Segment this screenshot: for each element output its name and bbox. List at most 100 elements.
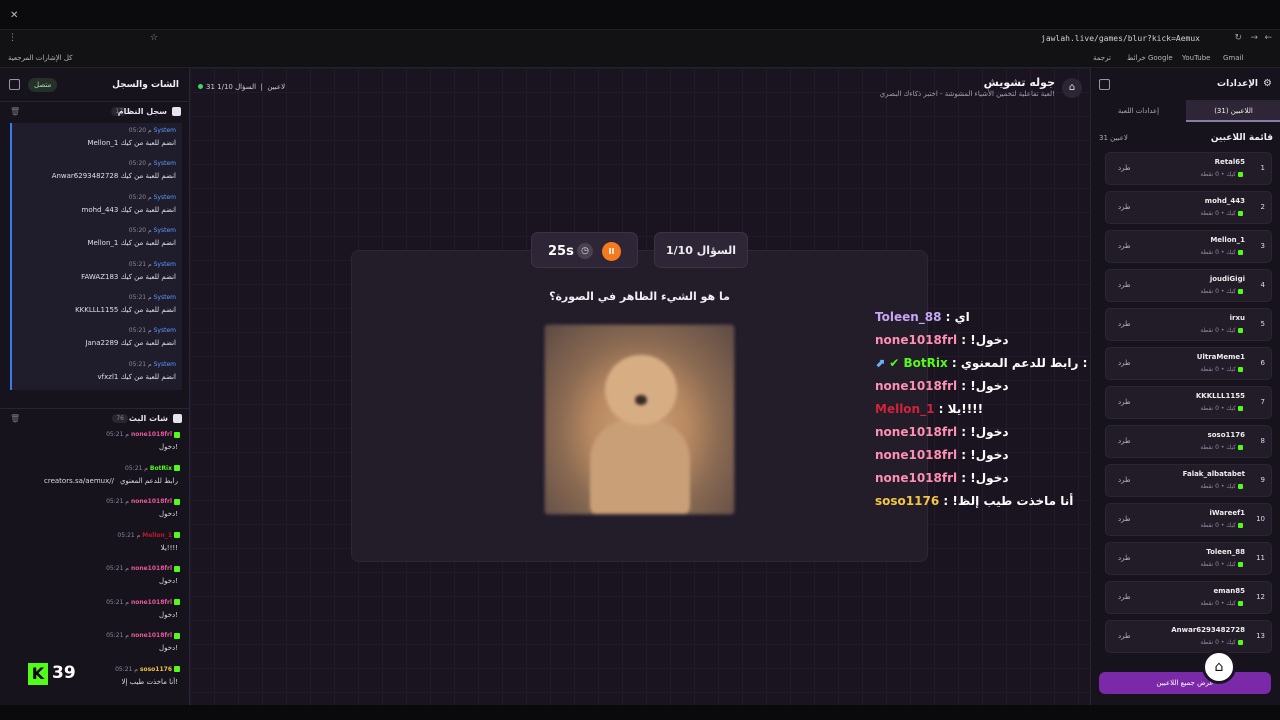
settings-title: الإعدادات [1217,79,1258,89]
bookmark-maps[interactable]: خرائط Google [1127,54,1173,62]
kick-button[interactable]: طرد [1118,359,1131,367]
list-item: 05:21 م System KKKLLL1155 انضم للعبة من ك… [10,289,182,324]
bookmarks-bar: كل الإشارات المرجعية Gmail YouTube خرائط… [0,48,1280,68]
player-list-count: 31 لاعبين [1099,134,1128,142]
player-row: 8 soso1176 كيك • 0 نقطة طرد [1105,425,1272,458]
chat-message: 05:21 م none1018frl دخول! [106,632,180,652]
reload-icon[interactable]: ↻ [1234,33,1242,43]
player-row: 3 Mellon_1 كيك • 0 نقطة طرد [1105,230,1272,263]
bookmark-gmail[interactable]: Gmail [1223,54,1243,62]
game-title: جوله تشويش [983,76,1055,89]
kick-button[interactable]: طرد [1118,554,1131,562]
forward-icon[interactable]: → [1250,33,1258,43]
chat-message: 05:21 م none1018frl دخول! [106,498,180,518]
menu-dots-icon[interactable]: ⋮ [8,33,17,43]
clock-icon: ◷ [577,243,593,259]
timer-value: 25s [548,244,574,259]
bookmark-youtube[interactable]: YouTube [1182,54,1210,62]
back-icon[interactable]: ← [1264,33,1272,43]
log-icon [172,107,181,116]
game-area: 31 لاعبين | السؤال 1/10 جوله تشويش لعبة … [190,68,1266,705]
chat-message: 05:21 م BotRix رابط للدعم المعنوي creators… [44,464,180,485]
support-fab-icon[interactable]: ⌂ [1202,650,1236,684]
chat-log-panel: متصل الشات والسجل 🗑 17 سجل النظام 05:20 … [0,68,190,705]
tab-players[interactable]: اللاعبين (31) [1186,100,1280,122]
blurred-image [544,324,735,515]
list-item: 05:20 م System Mellon_1 انضم للعبة من كيك [10,123,182,157]
list-item: 05:20 م System Mellon_1 انضم للعبة من كيك [10,223,182,257]
bookmark-translate[interactable]: ترجمة [1093,54,1111,62]
taskbar [0,705,1280,720]
bookmark-all[interactable]: كل الإشارات المرجعية [8,54,73,62]
kick-logo-icon: K [28,663,48,685]
kick-button[interactable]: طرد [1118,437,1131,445]
gear-icon: ⚙ [1263,78,1272,89]
kick-button[interactable]: طرد [1118,320,1131,328]
address-bar: ⋮ ☆ jawlah.live/games/blur?kick=Aemux ↻ … [0,30,1280,48]
kick-button[interactable]: طرد [1118,593,1131,601]
live-chat-label: شات البث [128,414,168,423]
panel-title: الشات والسجل [112,80,179,90]
show-all-players-button[interactable]: عرض جميع اللاعبين [1099,672,1271,694]
kick-button[interactable]: طرد [1118,242,1131,250]
kick-button[interactable]: طرد [1118,281,1131,289]
trash-icon[interactable]: 🗑 [10,107,20,116]
app: متصل الشات والسجل 🗑 17 سجل النظام 05:20 … [0,68,1280,705]
question-text: ما هو الشيء الظاهر في الصورة؟ [549,290,730,303]
kick-button[interactable]: طرد [1118,632,1131,640]
live-chat-header: 🗑 76 شات البث [0,409,190,429]
settings-panel: الإعدادات ⚙ اللاعبين (31) إعدادات اللعبة… [1090,68,1280,705]
url-text[interactable]: jawlah.live/games/blur?kick=Aemux [1041,34,1200,43]
panel-toggle-icon[interactable] [1099,79,1110,90]
player-row: 6 UltraMeme1 كيك • 0 نقطة طرد [1105,347,1272,380]
live-chat-list: 05:21 م none1018frl دخول! 05:21 م BotRix را… [0,429,190,697]
tab-game-settings[interactable]: إعدادات اللعبة [1091,100,1186,122]
browser-tab-strip: ✕ [0,0,1280,30]
live-chat-count: 76 [112,414,128,423]
game-subtitle: لعبة تفاعلية لتخمين الأشياء المشوشة - اخ… [879,90,1055,98]
list-item: 05:21 م System Jana2289 انضم للعبة من كيك [10,323,182,357]
chat-message: 05:21 م Mellon_1 يلا!!!! [117,531,180,552]
chat-icon [173,414,182,423]
kick-button[interactable]: طرد [1118,515,1131,523]
player-row: 7 KKKLLL1155 كيك • 0 نقطة طرد [1105,386,1272,419]
player-row: 12 eman85 كيك • 0 نقطة طرد [1105,581,1272,614]
player-row: 4 joudiGigi كيك • 0 نقطة طرد [1105,269,1272,302]
player-row: 13 Anwar6293482728 كيك • 0 نقطة طرد [1105,620,1272,653]
viewer-count: 39 [52,663,76,683]
system-log-header: 🗑 17 سجل النظام [0,102,189,122]
panel-toggle-icon[interactable] [9,79,20,90]
kick-button[interactable]: طرد [1118,203,1131,211]
player-row: 9 Falak_albatabet كيك • 0 نقطة طرد [1105,464,1272,497]
player-row: 2 mohd_443 كيك • 0 نقطة طرد [1105,191,1272,224]
game-meta: 31 لاعبين | السؤال 1/10 [198,83,285,91]
player-list-title: قائمة اللاعبين [1210,133,1273,143]
list-item: 05:21 م System FAWAZ183 انضم للعبة من كيك [10,256,182,290]
trash-icon[interactable]: 🗑 [10,414,20,423]
question-counter: السؤال 1/10 [654,232,748,268]
player-row: 10 iWareef1 كيك • 0 نقطة طرد [1105,503,1272,536]
kick-button[interactable]: طرد [1118,476,1131,484]
system-log-label: سجل النظام [117,107,167,116]
star-icon[interactable]: ☆ [150,33,158,43]
kick-button[interactable]: طرد [1118,164,1131,172]
system-log-list: 05:20 م System Mellon_1 انضم للعبة من كيك… [0,123,190,408]
game-header: 31 لاعبين | السؤال 1/10 جوله تشويش لعبة … [190,68,1090,104]
close-icon[interactable]: ✕ [10,10,18,21]
timer-box: 25s ◷ II [531,232,638,268]
live-chat-section: 🗑 76 شات البث 05:21 م none1018frl دخول! 05… [0,408,190,705]
player-row: 1 Retal65 كيك • 0 نقطة طرد [1105,152,1272,185]
chat-message: 05:21 م none1018frl دخول! [106,431,180,451]
pause-button[interactable]: II [602,242,621,261]
player-row: 11 Toleen_88 كيك • 0 نقطة طرد [1105,542,1272,575]
home-icon[interactable]: ⌂ [1062,78,1082,98]
player-row: 5 irxu كيك • 0 نقطة طرد [1105,308,1272,341]
kick-button[interactable]: طرد [1118,398,1131,406]
status-badge: متصل [28,78,58,92]
player-list: 1 Retal65 كيك • 0 نقطة طرد 2 mohd_443 كيك • 0 … [1105,152,1272,672]
list-item: 05:20 م System Anwar6293482728 انضم للعبة… [10,156,182,190]
chat-message: 05:21 م none1018frl دخول! [106,598,180,619]
list-item: 05:20 م System mohd_443 انضم للعبة من كيك [10,189,182,224]
chat-message: 05:21 م none1018frl دخول! [106,565,180,585]
list-item: 05:21 م System vfxzl1 انضم للعبة من كيك [10,356,182,391]
